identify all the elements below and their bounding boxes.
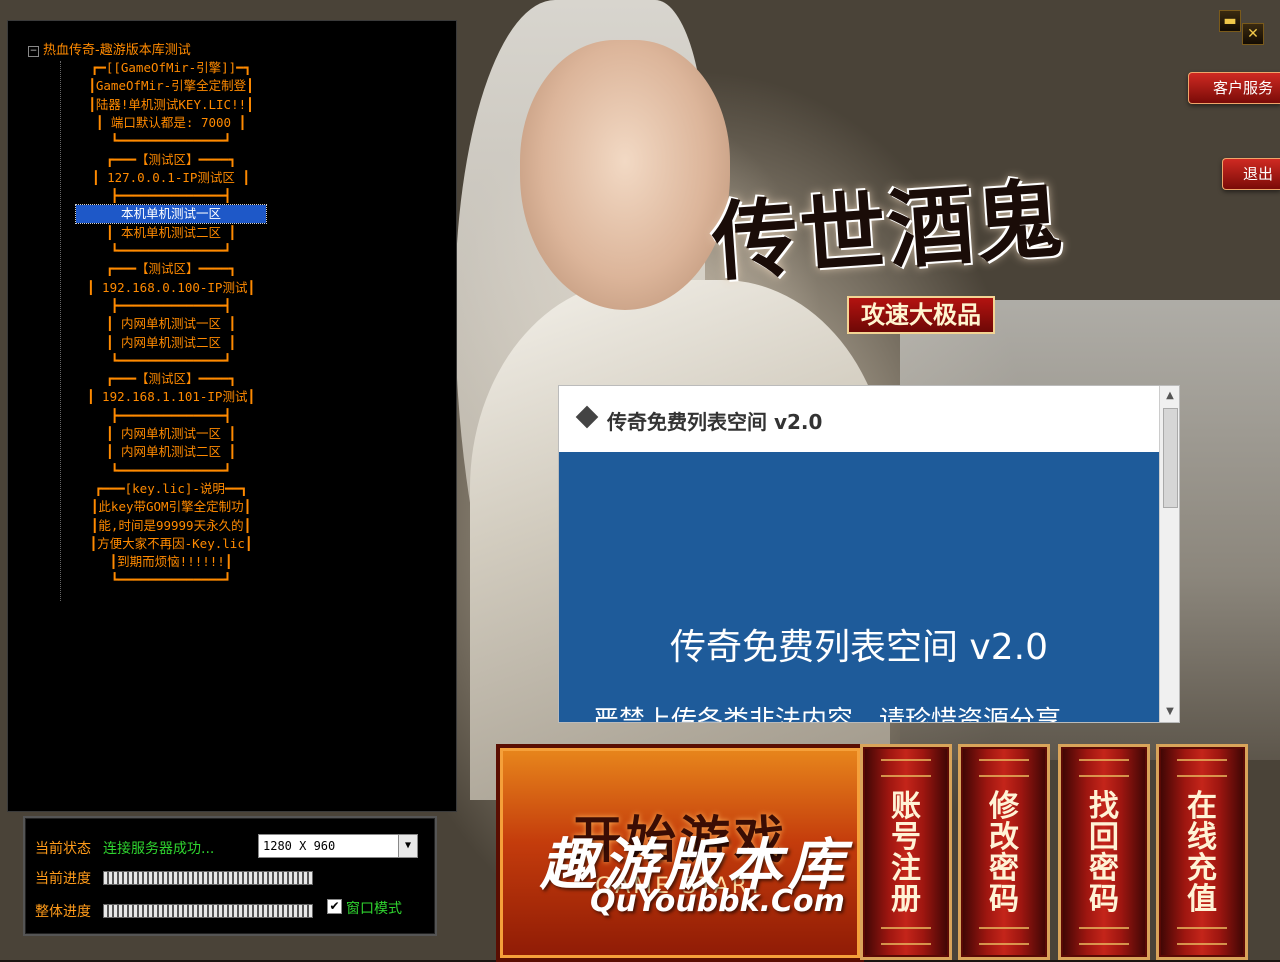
tree-item[interactable]: ┃ 192.168.1.101-IP测试┃ xyxy=(76,388,266,406)
scroll-down-icon[interactable]: ▼ xyxy=(1160,702,1179,722)
web-body: 传奇免费列表空间 v2.0 严禁上传各类非法内容，请珍惜资源分享 xyxy=(559,452,1159,722)
tree-item[interactable]: ┏━━━【测试区】━━━━┓ xyxy=(76,370,266,388)
ornament-icon xyxy=(1177,759,1227,777)
ornament-icon xyxy=(1177,927,1227,945)
tree-root[interactable]: − 热血传奇-趣游版本库测试 xyxy=(28,39,191,58)
ornament-icon xyxy=(979,759,1029,777)
current-progress-fill xyxy=(104,872,312,884)
tree-item[interactable]: ┃ 内网单机测试二区 ┃ xyxy=(76,443,266,461)
tree-item[interactable]: ┃GameOfMir-引擎全定制登┃ xyxy=(76,77,266,95)
recover-password-label: 找回密码 xyxy=(1089,789,1119,917)
ornament-icon xyxy=(1079,927,1129,945)
tree-item[interactable]: ┃方便大家不再因-Key.lic┃ xyxy=(76,535,266,553)
tree-item[interactable]: ┗━━━━━━━━━━━━━━┛ xyxy=(76,242,266,260)
server-tree-panel[interactable]: − 热血传奇-趣游版本库测试 ┏━[[GameOfMir-引擎]]━┓ ┃GameO… xyxy=(7,20,457,812)
tree-item[interactable]: ┗━━━━━━━━━━━━━━┛ xyxy=(76,571,266,589)
resolution-select[interactable]: 1280 X 960 ▼ xyxy=(258,834,418,858)
chevron-down-icon[interactable]: ▼ xyxy=(398,835,417,857)
tree-item[interactable]: ┃ 本机单机测试二区 ┃ xyxy=(76,224,266,242)
customer-service-button[interactable]: 客户服务 xyxy=(1188,72,1280,104)
tree-item[interactable]: ┏━━━【测试区】━━━━┓ xyxy=(76,151,266,169)
tree-item[interactable]: ┃ 127.0.0.1-IP测试区 ┃ xyxy=(76,169,266,187)
web-scrollbar[interactable]: ▲ ▼ xyxy=(1159,386,1179,722)
total-progress-fill xyxy=(104,905,312,917)
tree-item[interactable]: ┃ 192.168.0.100-IP测试┃ xyxy=(76,279,266,297)
online-recharge-button[interactable]: 在线充值 xyxy=(1156,744,1248,960)
current-progress-bar xyxy=(103,871,313,885)
tree-item[interactable]: ┃能,时间是99999天永久的┃ xyxy=(76,517,266,535)
web-title: 传奇免费列表空间 v2.0 xyxy=(607,410,823,434)
character-face xyxy=(520,40,730,310)
close-button[interactable]: ✕ xyxy=(1242,23,1264,45)
start-game-sublabel: GAME START xyxy=(595,874,765,899)
change-password-button[interactable]: 修改密码 xyxy=(958,744,1050,960)
tree-item[interactable]: ┗━━━━━━━━━━━━━━┛ xyxy=(76,462,266,480)
game-logo: 传世酒鬼 攻速大极品 xyxy=(709,169,1112,334)
total-label: 整体进度 xyxy=(35,904,91,920)
tree-item[interactable]: ┃ 内网单机测试一区 ┃ xyxy=(76,315,266,333)
logo-title: 传世酒鬼 xyxy=(708,168,1068,294)
window-mode-checkbox[interactable]: ✔ xyxy=(327,899,342,914)
tree-item[interactable]: ┃到期而烦恼!!!!!!┃ xyxy=(76,553,266,571)
ornament-icon xyxy=(881,927,931,945)
register-account-button[interactable]: 账号注册 xyxy=(860,744,952,960)
web-header: 传奇免费列表空间 v2.0 xyxy=(559,386,1159,453)
exit-button[interactable]: 退出 xyxy=(1222,158,1280,190)
online-recharge-label: 在线充值 xyxy=(1187,789,1217,917)
tree-item[interactable]: ┃ 内网单机测试二区 ┃ xyxy=(76,334,266,352)
progress-label: 当前进度 xyxy=(35,871,91,887)
window-mode-label[interactable]: 窗口模式 xyxy=(346,898,402,918)
tree-item[interactable]: 本机单机测试一区 xyxy=(75,204,267,225)
tree-item[interactable]: ┣━━━━━━━━━━━━━━┫ xyxy=(76,187,266,205)
tree-item[interactable]: ┏━━━【测试区】━━━━┓ xyxy=(76,260,266,278)
tree-root-label: 热血传奇-趣游版本库测试 xyxy=(43,43,191,58)
recover-password-button[interactable]: 找回密码 xyxy=(1058,744,1150,960)
status-box: 当前状态 连接服务器成功... 1280 X 960 ▼ 当前进度 整体进度 ✔… xyxy=(23,816,437,936)
tree-item[interactable]: ┗━━━━━━━━━━━━━━┛ xyxy=(76,132,266,150)
collapse-icon[interactable]: − xyxy=(28,46,39,57)
news-web-panel[interactable]: 传奇免费列表空间 v2.0 传奇免费列表空间 v2.0 严禁上传各类非法内容，请… xyxy=(558,385,1180,723)
ornament-icon xyxy=(1079,759,1129,777)
tree-item[interactable]: ┃陆器!单机测试KEY.LIC!!┃ xyxy=(76,96,266,114)
tree-item[interactable]: ┣━━━━━━━━━━━━━━┫ xyxy=(76,297,266,315)
ornament-icon xyxy=(979,927,1029,945)
change-password-label: 修改密码 xyxy=(989,789,1019,917)
tree-item[interactable]: ┏━━━[key.lic]-说明━━┓ xyxy=(76,480,266,498)
web-headline: 传奇免费列表空间 v2.0 xyxy=(669,627,1048,668)
ornament-icon xyxy=(881,759,931,777)
web-notice: 严禁上传各类非法内容，请珍惜资源分享 xyxy=(593,706,1062,723)
register-account-label: 账号注册 xyxy=(891,789,921,917)
total-progress-bar xyxy=(103,904,313,918)
scroll-up-icon[interactable]: ▲ xyxy=(1160,386,1179,406)
resolution-value: 1280 X 960 xyxy=(263,839,336,853)
logo-subtitle: 攻速大极品 xyxy=(847,296,995,334)
start-game-button[interactable]: 开始游戏 GAME START xyxy=(496,744,864,962)
tree-item[interactable]: ┃ 端口默认都是: 7000 ┃ xyxy=(76,114,266,132)
minimize-button[interactable]: ▬ xyxy=(1219,10,1241,32)
diamond-icon xyxy=(575,405,599,429)
tree-item[interactable]: ┣━━━━━━━━━━━━━━┫ xyxy=(76,407,266,425)
tree-guide-line xyxy=(60,61,61,601)
tree-item[interactable]: ┗━━━━━━━━━━━━━━┛ xyxy=(76,352,266,370)
tree-item[interactable]: ┏━[[GameOfMir-引擎]]━┓ xyxy=(76,59,266,77)
state-value: 连接服务器成功... xyxy=(103,841,215,857)
scroll-thumb[interactable] xyxy=(1163,408,1178,508)
tree-item[interactable]: ┃ 内网单机测试一区 ┃ xyxy=(76,425,266,443)
state-label: 当前状态 xyxy=(35,841,91,857)
tree-item[interactable]: ┃此key带GOM引擎全定制功┃ xyxy=(76,498,266,516)
start-game-label: 开始游戏 xyxy=(572,810,788,869)
